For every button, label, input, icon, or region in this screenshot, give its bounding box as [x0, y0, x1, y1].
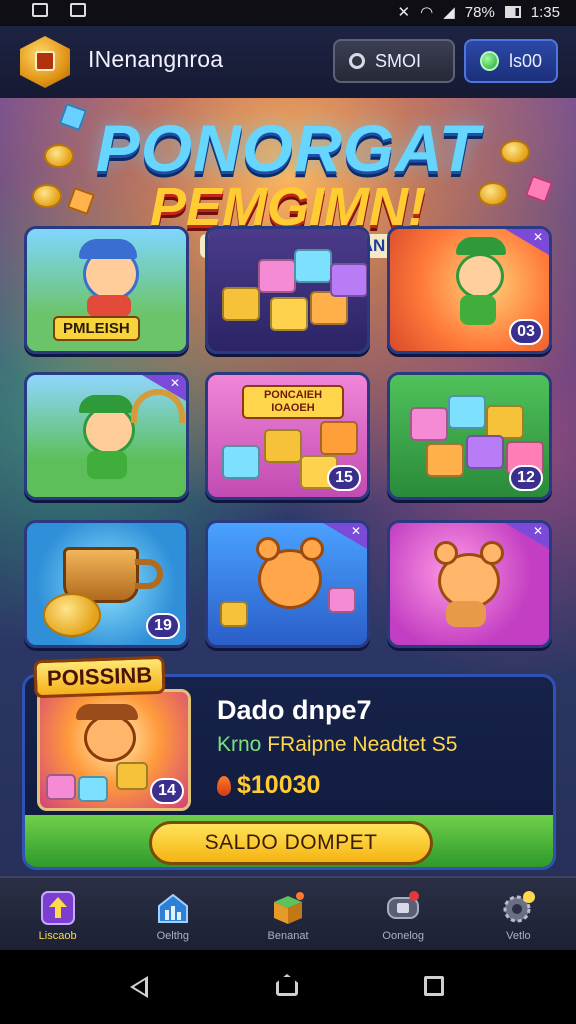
nav-item-box[interactable]: Benanat: [230, 878, 345, 952]
recents-icon[interactable]: [424, 976, 444, 996]
top-header: INenangnroa SMOI ls00: [0, 26, 576, 101]
offer-price: $10030: [217, 771, 320, 800]
system-nav-bar: [0, 950, 576, 1024]
game-tile-2[interactable]: [205, 226, 370, 354]
currency-button[interactable]: ls00: [464, 39, 558, 83]
saldo-dompet-button[interactable]: SALDO DOMPET: [149, 821, 433, 865]
clock: 1:35: [530, 3, 560, 21]
home-up-icon: [40, 891, 75, 925]
stats-icon: [157, 893, 188, 923]
gallery-icon: [70, 3, 86, 17]
game-tile-3[interactable]: 03: [387, 226, 552, 354]
nav-item-settings[interactable]: Vetlo: [461, 878, 576, 952]
tile-badge: 03: [509, 319, 543, 345]
game-tile-1[interactable]: PMLEISH: [24, 226, 189, 354]
chat-icon: [387, 891, 420, 919]
offer-subtitle: Krno FRaipne Neadtet S5: [217, 733, 458, 757]
offer-subtitle-rest: FRaipne Neadtet S5: [267, 733, 458, 756]
battery-icon: [504, 6, 521, 18]
featured-thumbnail: 14: [37, 689, 191, 811]
nav-label: Liscaob: [38, 930, 77, 942]
bottom-nav: Liscaob Oelthg Benanat Oonelog Vetlo: [0, 876, 576, 952]
nav-label: Oelthg: [156, 930, 190, 942]
game-tile-8[interactable]: [205, 520, 370, 648]
signal-icon: ◢: [443, 4, 455, 21]
wifi-icon: ◠: [420, 4, 434, 21]
game-tile-6[interactable]: 12: [387, 372, 552, 500]
back-icon-inner: [134, 980, 145, 994]
box-icon: [274, 892, 304, 924]
featured-tag: POISSINB: [33, 655, 166, 699]
tile-banner: PONCAIEH IOAOEH: [242, 385, 344, 419]
character-icon: [84, 714, 136, 762]
game-title: PONORGAT: [95, 111, 481, 185]
offer-title: Dado dnpe7: [217, 695, 372, 725]
carrot-icon: [217, 775, 231, 796]
search-button[interactable]: SMOI: [333, 39, 455, 83]
status-bar: ✕ ◠ ◢ 78% 1:35: [0, 0, 576, 26]
search-value: SMOI: [375, 50, 422, 71]
nav-label: Oonelog: [382, 930, 424, 942]
featured-offer-panel[interactable]: 14 Dado dnpe7 Krno FRaipne Neadtet S5 $1…: [22, 674, 556, 870]
coin-icon: [43, 593, 101, 637]
offer-subtitle-prefix: Krno: [217, 733, 262, 756]
game-tile-4[interactable]: [24, 372, 189, 500]
nav-item-chat[interactable]: Oonelog: [346, 878, 461, 952]
offer-price-value: $10030: [237, 771, 321, 799]
gear-icon: [503, 891, 536, 923]
nav-label: Benanat: [267, 930, 309, 942]
notification-icon: [32, 3, 48, 17]
battery-text: 78%: [464, 3, 495, 21]
tile-badge: 19: [146, 613, 180, 639]
gem-icon: [480, 51, 499, 71]
mute-icon: ✕: [397, 4, 411, 21]
nav-item-home[interactable]: Liscaob: [0, 878, 115, 952]
thumb-badge: 14: [150, 778, 184, 804]
nav-item-stats[interactable]: Oelthg: [115, 878, 230, 952]
tile-badge: 12: [509, 465, 543, 491]
home-icon[interactable]: [276, 974, 298, 996]
game-tile-9[interactable]: [387, 520, 552, 648]
game-tile-7[interactable]: 19: [24, 520, 189, 648]
player-name: INenangnroa: [88, 46, 224, 72]
tile-badge: 15: [327, 465, 361, 491]
game-tile-5[interactable]: PONCAIEH IOAOEH 15: [205, 372, 370, 500]
nav-label: Vetlo: [506, 930, 531, 942]
currency-value: ls00: [508, 50, 542, 71]
rank-shield-icon[interactable]: [20, 36, 70, 88]
search-icon: [349, 53, 365, 69]
tile-label: PMLEISH: [53, 316, 140, 341]
character-icon: [456, 253, 504, 299]
